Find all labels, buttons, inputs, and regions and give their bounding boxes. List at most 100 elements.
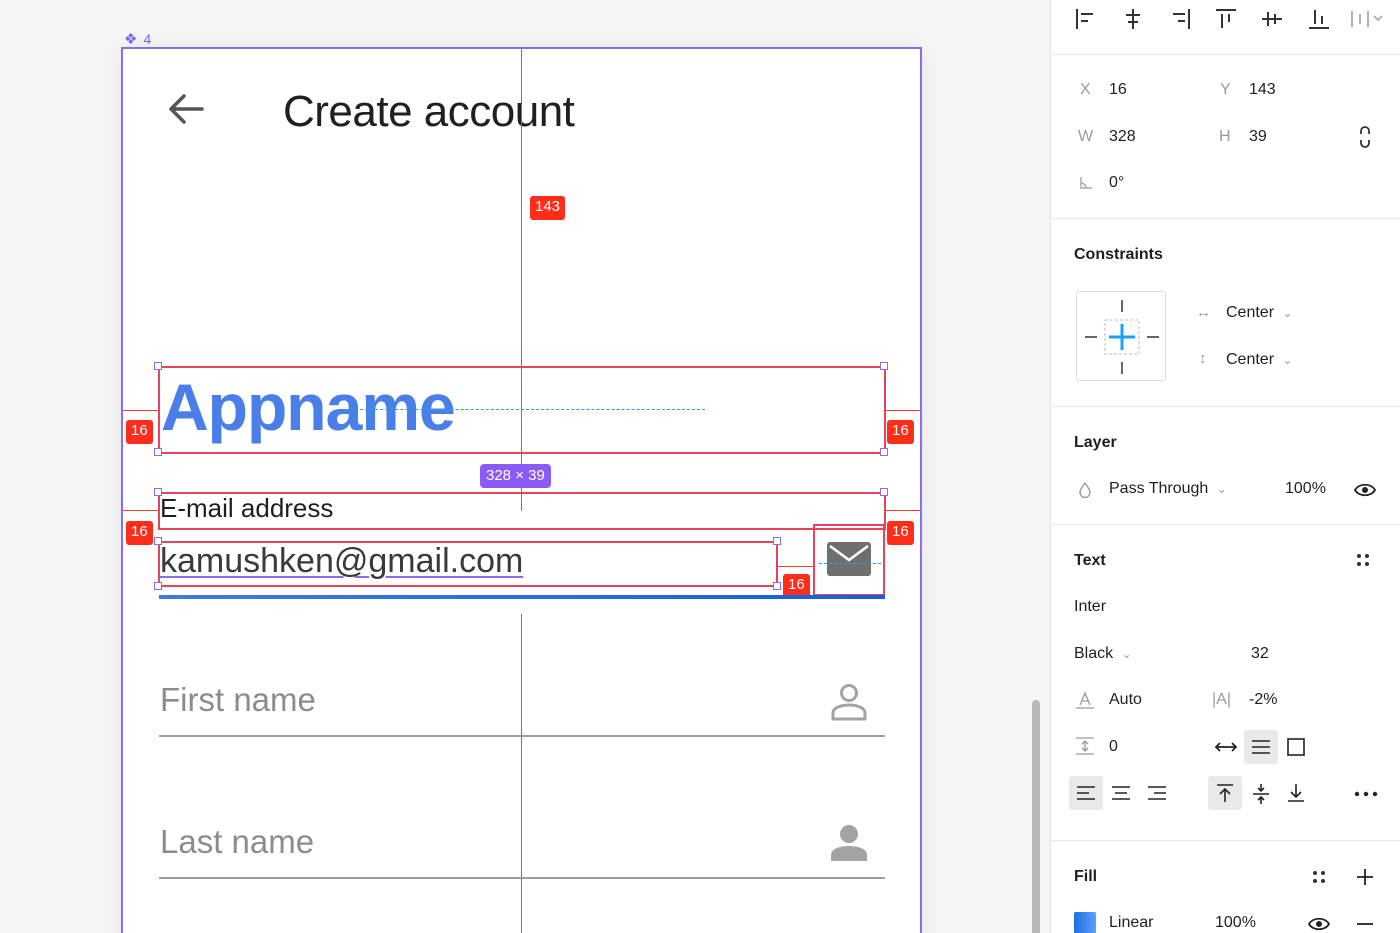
vertical-constraint-value: Center (1226, 351, 1275, 368)
component-icon: ❖ (124, 31, 138, 48)
horizontal-constraint-select[interactable]: Center ⌄ (1226, 304, 1293, 322)
w-input[interactable]: 328 (1109, 128, 1136, 146)
align-text-bottom-icon[interactable] (1287, 783, 1305, 803)
design-canvas[interactable]: ❖ 4 Create account 143 16 16 Appname 328… (0, 0, 1050, 933)
email-label: E-mail address (160, 493, 334, 523)
email-input[interactable]: kamushken@gmail.com (160, 542, 523, 581)
letter-spacing-icon: |A| (1212, 691, 1231, 708)
fixed-size-icon[interactable] (1287, 738, 1305, 756)
align-horizontal-center-icon[interactable] (1120, 6, 1146, 32)
center-dashed-guide (345, 409, 705, 410)
align-left-icon[interactable] (1073, 6, 1099, 32)
font-weight-select[interactable]: Black ⌄ (1074, 645, 1132, 663)
resize-handle[interactable] (154, 582, 162, 590)
paragraph-spacing-input[interactable]: 0 (1109, 738, 1118, 756)
size-badge: 328 × 39 (480, 464, 551, 488)
frame-label[interactable]: ❖ 4 (124, 30, 151, 48)
w-label: W (1078, 128, 1094, 145)
layer-opacity-input[interactable]: 100% (1285, 480, 1326, 498)
fill-type-select[interactable]: Linear (1109, 914, 1153, 932)
divider (1051, 524, 1400, 525)
frame-name: 4 (143, 31, 152, 47)
center-dashed-guide-v (521, 388, 522, 432)
last-name-underline (159, 877, 885, 879)
resize-handle[interactable] (154, 448, 162, 456)
constrain-proportions-icon[interactable] (1357, 125, 1373, 149)
fill-eye-icon[interactable] (1308, 916, 1330, 932)
back-arrow-icon[interactable] (166, 89, 206, 129)
paragraph-spacing-icon (1076, 737, 1094, 755)
appname-guide-right (885, 410, 920, 411)
constraint-widget[interactable] (1076, 291, 1166, 381)
rotation-input[interactable]: 0° (1109, 174, 1124, 192)
text-title: Text (1074, 552, 1106, 569)
align-text-center-icon[interactable] (1111, 785, 1131, 801)
x-input[interactable]: 16 (1109, 81, 1127, 99)
font-family-select[interactable]: Inter (1074, 598, 1106, 616)
inspector-panel: X 16 Y 143 W 328 H 39 0° Constraints ↔ C… (1050, 0, 1400, 933)
resize-handle[interactable] (773, 537, 781, 545)
align-right-icon[interactable] (1167, 6, 1193, 32)
resize-handle[interactable] (773, 582, 781, 590)
chevron-down-icon: ⌄ (1121, 647, 1132, 661)
first-name-input[interactable]: First name (160, 681, 316, 719)
align-text-right-icon[interactable] (1147, 785, 1167, 801)
add-fill-icon[interactable] (1356, 868, 1374, 886)
font-size-input[interactable]: 32 (1251, 645, 1269, 663)
fill-styles-grid-icon[interactable] (1311, 869, 1327, 885)
first-name-underline (159, 735, 885, 737)
last-name-input[interactable]: Last name (160, 823, 314, 861)
align-text-top-toggle[interactable] (1208, 776, 1242, 810)
auto-height-icon (1252, 740, 1270, 754)
divider (1051, 54, 1400, 55)
resize-handle[interactable] (880, 448, 888, 456)
more-options-icon[interactable] (1354, 790, 1378, 798)
auto-height-toggle[interactable] (1244, 730, 1278, 764)
align-text-middle-icon[interactable] (1252, 783, 1270, 805)
canvas-scrollbar[interactable] (1032, 700, 1040, 933)
horizontal-constraint-icon: ↔ (1196, 304, 1211, 321)
icon-gap-guide (778, 566, 813, 567)
email-guide-right (885, 510, 920, 511)
distribute-icon[interactable] (1349, 6, 1385, 32)
appname-text[interactable]: Appname (161, 369, 456, 445)
align-vertical-center-icon[interactable] (1259, 6, 1285, 32)
email-underline (159, 595, 885, 599)
blend-mode-select[interactable]: Pass Through ⌄ (1109, 480, 1227, 498)
vertical-constraint-select[interactable]: Center ⌄ (1226, 351, 1293, 369)
distance-badge-top: 143 (530, 196, 566, 220)
h-label: H (1219, 128, 1231, 145)
remove-fill-icon[interactable] (1356, 922, 1374, 926)
phone-frame[interactable]: Create account 143 16 16 Appname 328 × 3… (121, 47, 922, 933)
fill-swatch[interactable] (1074, 912, 1096, 933)
eye-icon[interactable] (1354, 482, 1376, 498)
person-outline-icon (831, 684, 867, 721)
y-input[interactable]: 143 (1249, 81, 1276, 99)
h-input[interactable]: 39 (1249, 128, 1267, 146)
resize-handle[interactable] (880, 362, 888, 370)
blend-drop-icon (1079, 482, 1091, 498)
auto-width-icon[interactable] (1214, 738, 1238, 756)
page-title: Create account (283, 87, 575, 136)
center-guide-bottom (521, 614, 522, 933)
letter-spacing-input[interactable]: -2% (1249, 691, 1277, 709)
distance-badge-appname-left: 16 (126, 420, 153, 444)
divider (1051, 840, 1400, 841)
styles-grid-icon[interactable] (1355, 552, 1371, 568)
resize-handle[interactable] (880, 488, 888, 496)
divider (1051, 406, 1400, 407)
person-filled-icon (831, 825, 867, 861)
mail-icon[interactable] (826, 540, 872, 578)
fill-title: Fill (1074, 868, 1098, 885)
constraints-title: Constraints (1074, 246, 1163, 263)
align-top-icon[interactable] (1213, 6, 1239, 32)
blend-mode-value: Pass Through (1109, 480, 1209, 497)
align-text-left-toggle[interactable] (1069, 776, 1103, 810)
appname-guide-left (123, 410, 159, 411)
align-bottom-icon[interactable] (1306, 6, 1332, 32)
line-height-input[interactable]: Auto (1109, 691, 1142, 709)
email-guide-left (123, 510, 159, 511)
chevron-down-icon: ⌄ (1282, 353, 1293, 367)
divider (1051, 218, 1400, 219)
fill-opacity-input[interactable]: 100% (1215, 914, 1256, 932)
